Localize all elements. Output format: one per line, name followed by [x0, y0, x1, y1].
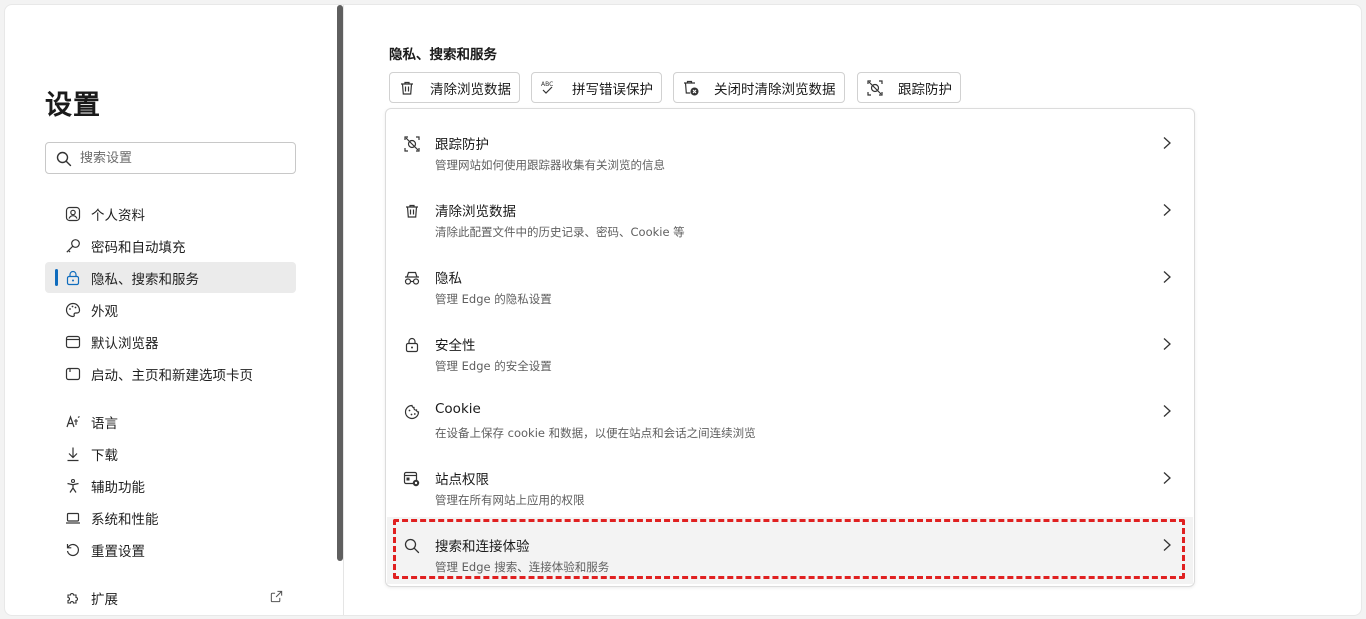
privacy-settings-card: 跟踪防护 管理网站如何使用跟踪器收集有关浏览的信息 清除浏览数据 清除此配置文件…	[385, 108, 1195, 587]
chip-typo-protection[interactable]: ABC 拼写错误保护	[531, 72, 662, 103]
palette-icon	[64, 301, 82, 319]
row-title: 隐私	[435, 271, 462, 287]
sidebar: 设置 个人资料 密码和自动填充 隐私、搜索和服务 外观 默认浏览器 启动、主页和…	[5, 5, 345, 615]
sidebar-item-default-browser[interactable]: 默认浏览器	[45, 326, 296, 357]
sidebar-item-label: 系统和性能	[91, 511, 159, 528]
sidebar-item-passwords[interactable]: 密码和自动填充	[45, 230, 296, 261]
laptop-icon	[64, 509, 82, 527]
tracking-icon	[403, 135, 421, 153]
row-title: 站点权限	[435, 472, 489, 488]
language-icon	[64, 413, 82, 431]
sidebar-item-extensions[interactable]: 扩展	[45, 582, 296, 613]
trash-icon	[403, 202, 421, 220]
search-input[interactable]	[80, 148, 280, 168]
highlight-annotation-box	[393, 519, 1185, 579]
sidebar-item-downloads[interactable]: 下载	[45, 438, 296, 469]
trash-clock-icon	[682, 79, 700, 97]
cookie-icon	[403, 403, 421, 421]
row-subtitle: 管理网站如何使用跟踪器收集有关浏览的信息	[435, 158, 665, 172]
chip-label: 清除浏览数据	[430, 81, 511, 98]
row-subtitle: 管理 Edge 的隐私设置	[435, 292, 552, 306]
row-title: 跟踪防护	[435, 137, 489, 153]
chip-clear-browsing-data[interactable]: 清除浏览数据	[389, 72, 520, 103]
sidebar-divider	[343, 5, 344, 615]
row-subtitle: 在设备上保存 cookie 和数据，以便在站点和会话之间连续浏览	[435, 426, 756, 440]
trash-icon	[398, 79, 416, 97]
sidebar-item-label: 语言	[91, 415, 118, 432]
row-security[interactable]: 安全性 管理 Edge 的安全设置	[387, 316, 1193, 383]
extension-icon	[64, 589, 82, 607]
chip-label: 跟踪防护	[898, 81, 952, 98]
row-privacy[interactable]: 隐私 管理 Edge 的隐私设置	[387, 249, 1193, 316]
sidebar-item-reset[interactable]: 重置设置	[45, 534, 296, 565]
search-settings-box[interactable]	[45, 142, 296, 174]
sidebar-item-profile[interactable]: 个人资料	[45, 198, 296, 229]
sidebar-item-startup[interactable]: 启动、主页和新建选项卡页	[45, 358, 296, 389]
chevron-right-icon	[1161, 470, 1173, 489]
search-icon	[56, 151, 72, 167]
row-site-permissions[interactable]: 站点权限 管理在所有网站上应用的权限	[387, 450, 1193, 517]
chevron-right-icon	[1161, 403, 1173, 422]
chip-tracking-prevention[interactable]: 跟踪防护	[857, 72, 961, 103]
chevron-right-icon	[1161, 269, 1173, 288]
sidebar-item-system[interactable]: 系统和性能	[45, 502, 296, 533]
row-tracking-prevention[interactable]: 跟踪防护 管理网站如何使用跟踪器收集有关浏览的信息	[387, 115, 1193, 182]
row-subtitle: 管理在所有网站上应用的权限	[435, 493, 585, 507]
sidebar-item-label: 启动、主页和新建选项卡页	[91, 367, 253, 384]
spellcheck-icon: ABC	[540, 79, 558, 97]
sidebar-item-label: 密码和自动填充	[91, 239, 186, 256]
browser-icon	[64, 333, 82, 351]
key-icon	[64, 237, 82, 255]
row-cookie[interactable]: Cookie 在设备上保存 cookie 和数据，以便在站点和会话之间连续浏览	[387, 383, 1193, 450]
section-heading: 隐私、搜索和服务	[389, 47, 497, 63]
row-subtitle: 清除此配置文件中的历史记录、密码、Cookie 等	[435, 225, 685, 239]
row-title: 安全性	[435, 338, 476, 354]
sidebar-item-label: 扩展	[91, 591, 118, 608]
sidebar-item-label: 个人资料	[91, 207, 145, 224]
reset-icon	[64, 541, 82, 559]
chip-label: 关闭时清除浏览数据	[714, 81, 836, 98]
accessibility-icon	[64, 477, 82, 495]
profile-icon	[64, 205, 82, 223]
tracking-icon	[866, 79, 884, 97]
chevron-right-icon	[1161, 336, 1173, 355]
sidebar-item-privacy[interactable]: 隐私、搜索和服务	[45, 262, 296, 293]
row-title: 清除浏览数据	[435, 204, 516, 220]
sidebar-item-accessibility[interactable]: 辅助功能	[45, 470, 296, 501]
row-clear-browsing-data[interactable]: 清除浏览数据 清除此配置文件中的历史记录、密码、Cookie 等	[387, 182, 1193, 249]
sidebar-item-label: 下载	[91, 447, 118, 464]
sidebar-item-label: 默认浏览器	[91, 335, 159, 352]
chip-label: 拼写错误保护	[572, 81, 653, 98]
site-permissions-icon	[403, 470, 421, 488]
download-icon	[64, 445, 82, 463]
sidebar-item-language[interactable]: 语言	[45, 406, 296, 437]
incognito-icon	[403, 269, 421, 287]
external-link-icon[interactable]	[269, 589, 284, 608]
page-title: 设置	[45, 90, 101, 121]
home-tab-icon	[64, 365, 82, 383]
sidebar-item-label: 外观	[91, 303, 118, 320]
row-subtitle: 管理 Edge 的安全设置	[435, 359, 552, 373]
sidebar-item-label: 隐私、搜索和服务	[91, 271, 199, 288]
chevron-right-icon	[1161, 202, 1173, 221]
sidebar-item-label: 重置设置	[91, 543, 145, 560]
lock-icon	[64, 269, 82, 287]
lock-icon	[403, 336, 421, 354]
sidebar-item-label: 辅助功能	[91, 479, 145, 496]
row-title: Cookie	[435, 401, 481, 417]
sidebar-item-appearance[interactable]: 外观	[45, 294, 296, 325]
chip-clear-on-close[interactable]: 关闭时清除浏览数据	[673, 72, 845, 103]
chevron-right-icon	[1161, 135, 1173, 154]
